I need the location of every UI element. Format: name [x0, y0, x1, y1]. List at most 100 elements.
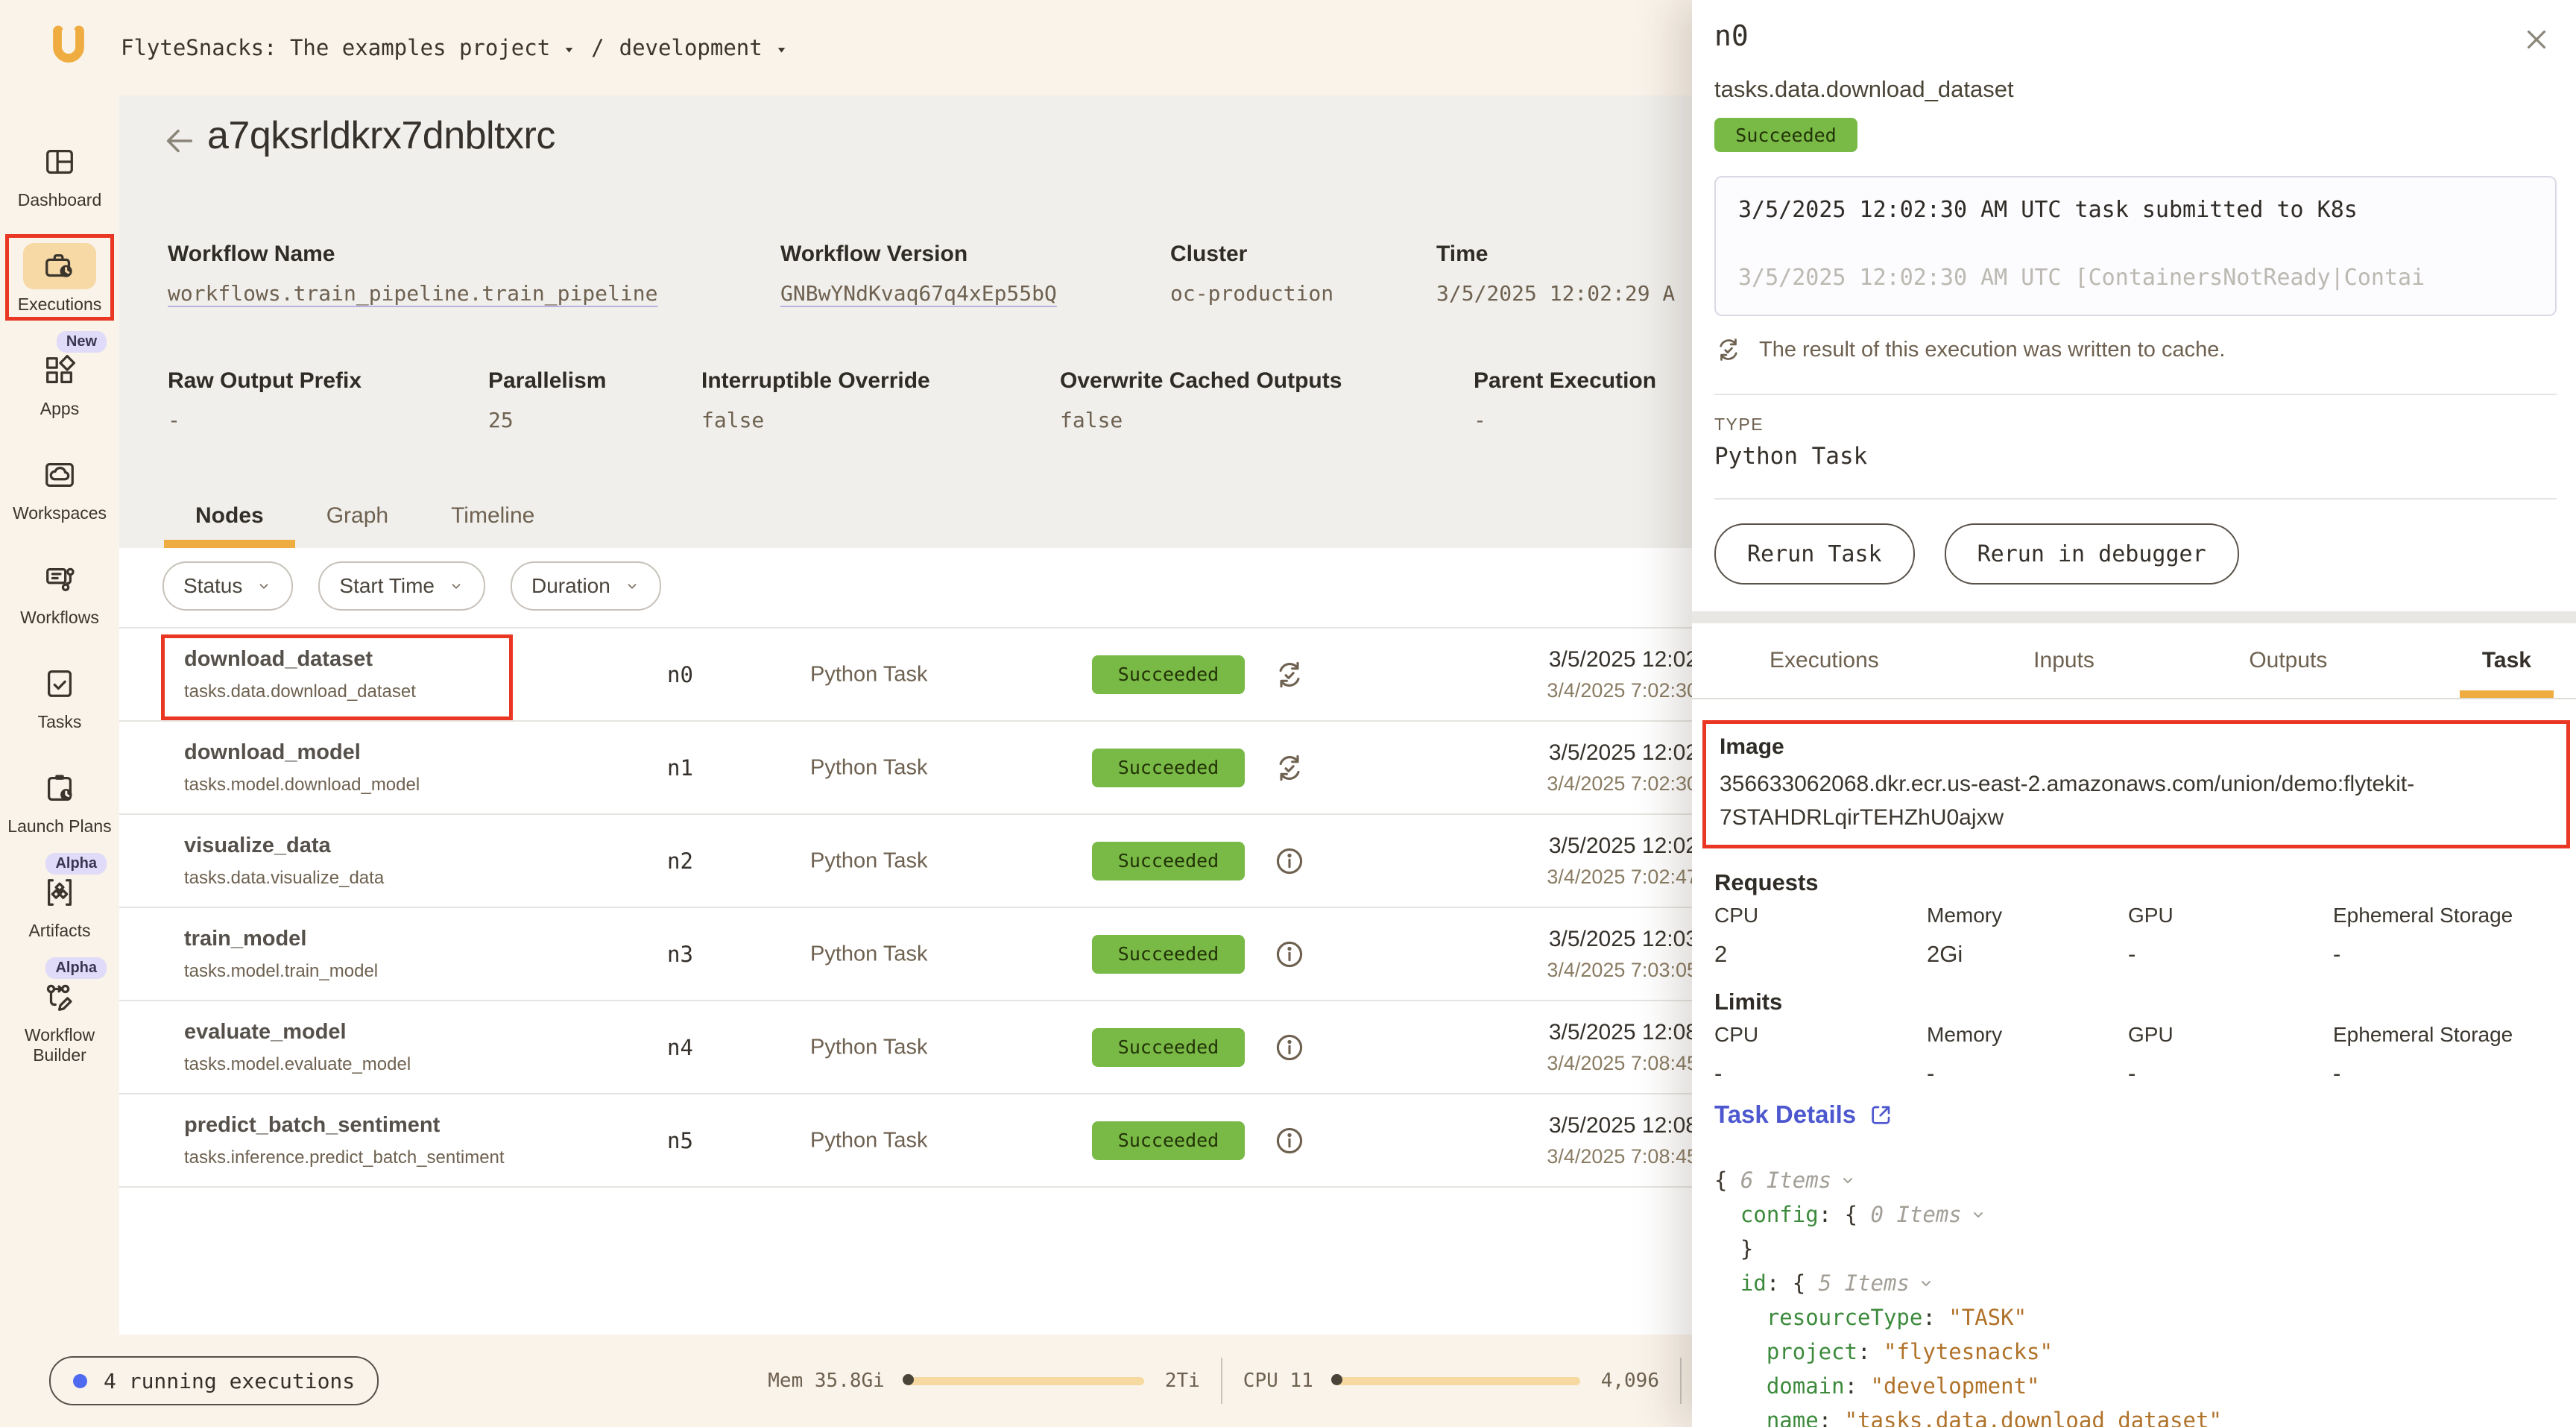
- new-badge: New: [57, 331, 107, 353]
- divider: [1680, 1358, 1682, 1404]
- tab-inputs[interactable]: Inputs: [2033, 623, 2094, 698]
- app-window: FlyteSnacks: The examples project / deve…: [0, 0, 2576, 1427]
- running-executions-button[interactable]: 4 running executions: [49, 1356, 379, 1405]
- sidebar-item-artifacts[interactable]: Alpha Artifacts: [4, 869, 116, 941]
- workflows-icon: [42, 562, 77, 596]
- sidebar-item-tasks[interactable]: Tasks: [4, 661, 116, 732]
- table-row[interactable]: evaluate_modeltasks.model.evaluate_model…: [119, 1001, 1692, 1094]
- status-badge: Succeeded: [1092, 655, 1245, 694]
- log-box[interactable]: 3/5/2025 12:02:30 AM UTC task submitted …: [1714, 176, 2557, 316]
- collapse-chevron-icon[interactable]: [1917, 1266, 1935, 1300]
- breadcrumb-domain[interactable]: development: [619, 35, 763, 60]
- breadcrumb-project[interactable]: FlyteSnacks: The examples project: [121, 35, 550, 60]
- overwrite-cache-value: false: [1060, 408, 1123, 432]
- table-row[interactable]: predict_batch_sentimenttasks.inference.p…: [119, 1094, 1692, 1188]
- back-arrow-icon[interactable]: [162, 124, 197, 158]
- chevron-down-icon[interactable]: [562, 42, 576, 57]
- cache-icon[interactable]: [1273, 752, 1306, 784]
- nodes-content: Status Start Time Duration download_data…: [119, 548, 1692, 1335]
- union-logo-icon[interactable]: [46, 25, 91, 70]
- chevron-down-icon: [448, 578, 464, 594]
- table-row[interactable]: download_modeltasks.model.download_model…: [119, 722, 1692, 815]
- task-type: Python Task: [810, 1035, 927, 1059]
- node-name: predict_batch_sentiment: [184, 1113, 505, 1138]
- node-name: download_model: [184, 740, 420, 765]
- cpu-usage-bar: [1334, 1377, 1580, 1385]
- mem-usage-bar: [906, 1377, 1144, 1385]
- json-punctuation: :: [1819, 1408, 1845, 1427]
- chevron-down-icon[interactable]: [774, 42, 789, 57]
- divider: [1714, 394, 2557, 395]
- rerun-debugger-button[interactable]: Rerun in debugger: [1945, 523, 2239, 585]
- json-key: name: [1714, 1408, 1819, 1427]
- node-id: n2: [667, 848, 693, 874]
- tab-task[interactable]: Task: [2482, 623, 2531, 698]
- nodes-table: download_datasettasks.data.download_data…: [119, 627, 1692, 1188]
- sidebar-item-workflows[interactable]: Workflows: [4, 556, 116, 628]
- time-value: 3/5/2025 12:02:29 A: [1436, 281, 1675, 306]
- dashboard-icon: [42, 145, 77, 179]
- node-id: n3: [667, 942, 693, 967]
- workflow-version-link[interactable]: GNBwYNdKvaq67q4xEp55bQ: [780, 281, 1057, 306]
- cluster-meters: Mem 35.8Gi 2Ti CPU 11 4,096: [768, 1358, 1692, 1404]
- info-icon[interactable]: [1273, 1031, 1306, 1064]
- sidebar-item-launch-plans[interactable]: Launch Plans: [4, 765, 116, 837]
- parent-execution-value: -: [1474, 408, 1486, 432]
- collapse-chevron-icon[interactable]: [1969, 1197, 1987, 1232]
- sidebar-item-workspaces[interactable]: Workspaces: [4, 452, 116, 523]
- start-time: 3/5/2025 12:08: [1547, 1113, 1692, 1138]
- tab-outputs[interactable]: Outputs: [2249, 623, 2327, 698]
- panel-task-id: tasks.data.download_dataset: [1714, 76, 2014, 103]
- task-details-link[interactable]: Task Details: [1714, 1100, 1893, 1129]
- table-row[interactable]: download_datasettasks.data.download_data…: [119, 629, 1692, 722]
- parallelism-value: 25: [488, 408, 514, 432]
- info-icon[interactable]: [1273, 845, 1306, 878]
- node-details-panel: n0 tasks.data.download_dataset Succeeded…: [1692, 0, 2576, 1427]
- interruptible-value: false: [701, 408, 764, 432]
- collapse-chevron-icon[interactable]: [1839, 1163, 1857, 1197]
- json-punctuation: : {: [1767, 1270, 1819, 1296]
- limits-grid: CPU- Memory- GPU- Ephemeral Storage-: [1714, 1023, 2569, 1087]
- top-bar: FlyteSnacks: The examples project / deve…: [0, 0, 1692, 95]
- mem-max: 2Ti: [1165, 1370, 1200, 1392]
- tab-timeline[interactable]: Timeline: [420, 503, 566, 548]
- sidebar-item-apps[interactable]: New Apps: [4, 347, 116, 419]
- sidebar-item-executions[interactable]: Executions: [4, 243, 116, 315]
- meta-label: Parallelism: [488, 368, 606, 394]
- cluster-value: oc-production: [1170, 281, 1333, 306]
- task-type: Python Task: [810, 662, 927, 687]
- filter-bar: Status Start Time Duration: [162, 561, 1692, 611]
- tab-nodes[interactable]: Nodes: [164, 503, 295, 548]
- cache-icon: [1714, 336, 1743, 364]
- json-key: resourceType: [1714, 1305, 1922, 1330]
- table-row[interactable]: train_modeltasks.model.train_model n3 Py…: [119, 908, 1692, 1001]
- info-icon[interactable]: [1273, 1124, 1306, 1157]
- task-type: Python Task: [810, 1128, 927, 1153]
- sidebar-item-dashboard[interactable]: Dashboard: [4, 139, 116, 210]
- meta-label: Workflow Version: [780, 242, 967, 267]
- status-filter[interactable]: Status: [162, 561, 293, 611]
- node-id: n1: [667, 755, 693, 781]
- meta-label: Interruptible Override: [701, 368, 930, 394]
- panel-tabs: Executions Inputs Outputs Task: [1692, 623, 2576, 699]
- workflow-name-link[interactable]: workflows.train_pipeline.train_pipeline: [168, 281, 657, 306]
- start-time-local: 3/4/2025 7:08:45: [1547, 1052, 1692, 1075]
- json-punctuation: }: [1714, 1236, 1753, 1261]
- tab-graph[interactable]: Graph: [295, 503, 420, 548]
- limits-title: Limits: [1714, 989, 1782, 1015]
- main-tabs: Nodes Graph Timeline: [164, 503, 566, 548]
- rerun-task-button[interactable]: Rerun Task: [1714, 523, 1915, 585]
- cache-icon[interactable]: [1273, 658, 1306, 691]
- execution-header: a7qksrldkrx7dnbltxrc Workflow Name workf…: [119, 95, 1692, 548]
- table-row[interactable]: visualize_datatasks.data.visualize_data …: [119, 815, 1692, 908]
- task-id: tasks.model.train_model: [184, 961, 378, 982]
- duration-filter[interactable]: Duration: [511, 561, 661, 611]
- sidebar-item-workflow-builder[interactable]: Alpha Workflow Builder: [4, 974, 116, 1065]
- json-value: "tasks.data.download_dataset": [1845, 1408, 2222, 1427]
- start-time-filter[interactable]: Start Time: [318, 561, 485, 611]
- close-icon[interactable]: [2521, 24, 2552, 55]
- info-icon[interactable]: [1273, 938, 1306, 971]
- raw-output-prefix-value: -: [168, 408, 180, 432]
- tab-executions[interactable]: Executions: [1770, 623, 1879, 698]
- log-line: 3/5/2025 12:02:30 AM UTC [ContainersNotR…: [1738, 265, 2533, 291]
